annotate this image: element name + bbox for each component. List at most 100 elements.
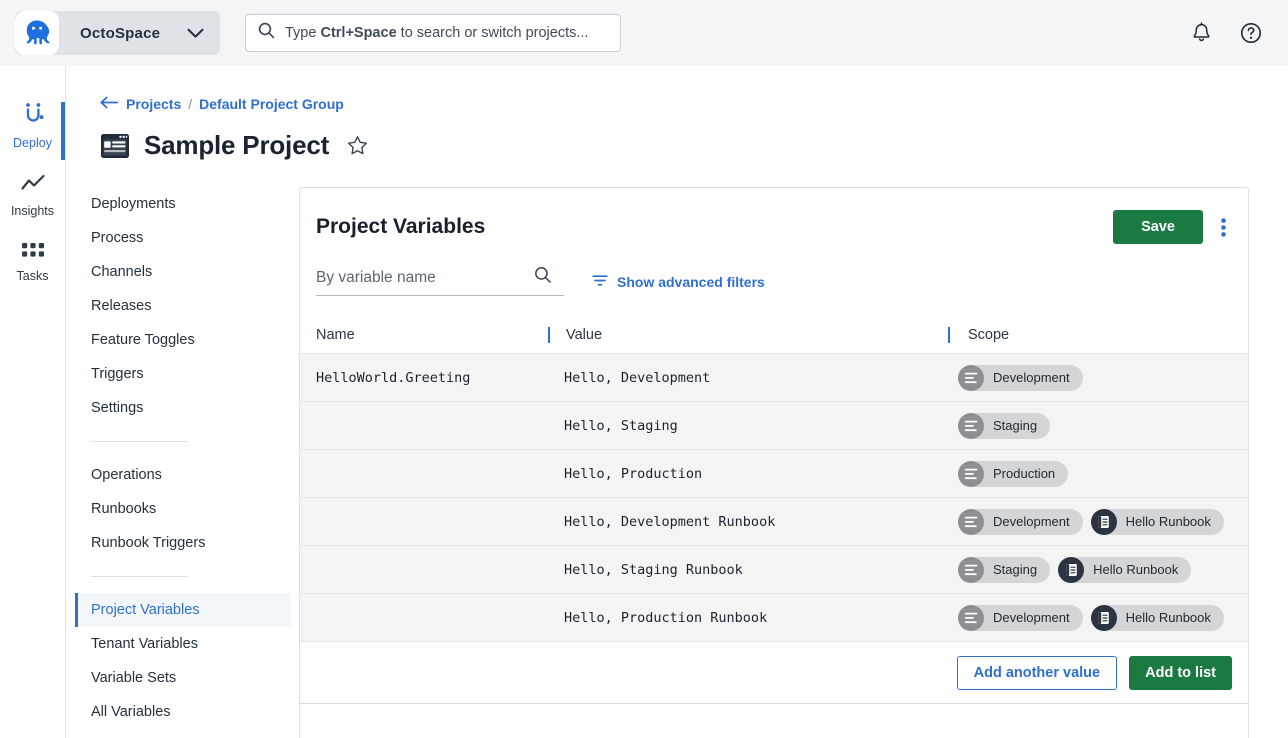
help-circle-icon[interactable] <box>1240 22 1262 44</box>
sidebar-item-label: Process <box>91 230 143 246</box>
rail-item-deploy[interactable]: Deploy <box>0 92 65 164</box>
column-header-scope: Scope <box>948 327 1248 343</box>
app-root: OctoSpace Type Ctrl+Space to search or s… <box>0 0 1288 738</box>
rail-item-deploy-wrap: Deploy <box>0 92 65 164</box>
sidebar-item-channels[interactable]: Channels <box>75 255 291 289</box>
scope-chip-runbook[interactable]: Hello Runbook <box>1091 605 1224 631</box>
variable-value-cell[interactable]: Hello, Development Runbook <box>548 514 948 530</box>
project-variables-card: Project Variables Save <box>299 187 1249 738</box>
sidebar-item-label: Settings <box>91 400 143 416</box>
card-header-actions: Save <box>1113 210 1230 244</box>
variable-value-cell[interactable]: Hello, Staging Runbook <box>548 562 948 578</box>
scope-chip-label: Hello Runbook <box>1126 514 1211 529</box>
show-advanced-filters-button[interactable]: Show advanced filters <box>592 274 765 296</box>
runbook-icon <box>1091 605 1117 631</box>
scope-chip-environment[interactable]: Development <box>958 509 1083 535</box>
environment-icon <box>958 557 984 583</box>
scope-chip-label: Development <box>993 610 1070 625</box>
sidebar-item-operations[interactable]: Operations <box>75 458 291 492</box>
scope-chip-label: Development <box>993 370 1070 385</box>
table-header-row: Name Value Scope <box>300 316 1248 354</box>
sidebar-item-settings[interactable]: Settings <box>75 391 291 425</box>
space-switcher[interactable]: OctoSpace <box>15 11 220 55</box>
variable-value-cell[interactable]: Hello, Production <box>548 466 948 482</box>
insights-trend-icon <box>20 174 46 197</box>
rail-item-insights[interactable]: Insights <box>0 164 65 232</box>
scope-chip-environment[interactable]: Staging <box>958 413 1050 439</box>
rail-item-label: Deploy <box>13 136 52 150</box>
environment-icon <box>958 509 984 535</box>
sidebar-item-all-variables[interactable]: All Variables <box>75 695 291 729</box>
table-row[interactable]: Hello, Development Runbook Development Hel… <box>300 498 1248 546</box>
search-icon <box>258 22 275 44</box>
project-browser-icon <box>100 133 130 159</box>
search-icon[interactable] <box>534 266 552 289</box>
sidebar-item-label: Triggers <box>91 366 144 382</box>
breadcrumb-separator: / <box>188 96 192 112</box>
sidebar-item-triggers[interactable]: Triggers <box>75 357 291 391</box>
card-title: Project Variables <box>316 215 485 239</box>
sidebar-item-project-variables[interactable]: Project Variables <box>75 593 291 627</box>
sidebar-item-runbook-triggers[interactable]: Runbook Triggers <box>75 526 291 560</box>
save-button[interactable]: Save <box>1113 210 1203 244</box>
variable-scope-cell[interactable]: Development Hello Runbook <box>948 509 1248 535</box>
table-row[interactable]: HelloWorld.GreetingHello, Development Dev… <box>300 354 1248 402</box>
top-bar-actions <box>1191 22 1262 44</box>
scope-chip-runbook[interactable]: Hello Runbook <box>1091 509 1224 535</box>
variable-value-cell[interactable]: Hello, Development <box>548 370 948 386</box>
bell-icon[interactable] <box>1191 22 1212 44</box>
breadcrumb-projects[interactable]: Projects <box>126 96 181 112</box>
sidebar-item-label: Deployments <box>91 196 176 212</box>
card-header: Project Variables Save <box>300 188 1248 244</box>
arrow-left-icon[interactable] <box>100 96 119 112</box>
table-row[interactable]: Hello, Production Production <box>300 450 1248 498</box>
sidebar-item-variable-sets[interactable]: Variable Sets <box>75 661 291 695</box>
advanced-filters-label: Show advanced filters <box>617 274 765 290</box>
sidebar-item-label: Releases <box>91 298 151 314</box>
breadcrumb-project-group[interactable]: Default Project Group <box>199 96 344 112</box>
body-columns: Deployments Process Channels Releases Fe… <box>66 187 1288 738</box>
variable-scope-cell[interactable]: Development <box>948 365 1248 391</box>
sidebar-item-releases[interactable]: Releases <box>75 289 291 323</box>
scope-chip-runbook[interactable]: Hello Runbook <box>1058 557 1191 583</box>
variable-scope-cell[interactable]: Staging Hello Runbook <box>948 557 1248 583</box>
variable-search-field[interactable] <box>316 266 564 296</box>
variable-scope-cell[interactable]: Production <box>948 461 1248 487</box>
table-row[interactable]: Hello, Production Runbook Development Hell… <box>300 594 1248 642</box>
variable-value-cell[interactable]: Hello, Production Runbook <box>548 610 948 626</box>
add-to-list-button[interactable]: Add to list <box>1129 656 1232 690</box>
nav-divider <box>91 576 188 577</box>
variable-value-cell[interactable]: Hello, Staging <box>548 418 948 434</box>
left-rail: Deploy Insights <box>0 66 66 738</box>
kebab-vertical-icon[interactable] <box>1217 214 1230 241</box>
sidebar-item-feature-toggles[interactable]: Feature Toggles <box>75 323 291 357</box>
scope-chip-environment[interactable]: Staging <box>958 557 1050 583</box>
sidebar-item-process[interactable]: Process <box>75 221 291 255</box>
deploy-icon <box>20 102 46 129</box>
rail-item-tasks[interactable]: Tasks <box>0 232 65 297</box>
search-input[interactable] <box>316 269 534 287</box>
environment-icon <box>958 413 984 439</box>
secondary-nav: Deployments Process Channels Releases Fe… <box>66 187 291 738</box>
variable-name-cell[interactable]: HelloWorld.Greeting <box>300 370 548 386</box>
breadcrumb: Projects / Default Project Group <box>100 96 1288 112</box>
active-indicator <box>61 102 65 160</box>
add-another-value-button[interactable]: Add another value <box>957 656 1118 690</box>
star-outline-icon[interactable] <box>347 135 368 156</box>
scope-chip-environment[interactable]: Development <box>958 365 1083 391</box>
variable-scope-cell[interactable]: Staging <box>948 413 1248 439</box>
octopus-logo-icon <box>15 11 59 55</box>
table-row[interactable]: Hello, Staging Runbook Staging Hello Runbo… <box>300 546 1248 594</box>
sidebar-item-deployments[interactable]: Deployments <box>75 187 291 221</box>
table-row[interactable]: Hello, Staging Staging <box>300 402 1248 450</box>
sidebar-item-tenant-variables[interactable]: Tenant Variables <box>75 627 291 661</box>
column-header-value: Value <box>548 327 948 343</box>
page-title-row: Sample Project <box>100 130 1288 161</box>
sidebar-item-runbooks[interactable]: Runbooks <box>75 492 291 526</box>
variable-scope-cell[interactable]: Development Hello Runbook <box>948 605 1248 631</box>
scope-chip-environment[interactable]: Development <box>958 605 1083 631</box>
sidebar-item-label: Runbooks <box>91 501 156 517</box>
chevron-down-icon[interactable] <box>187 28 204 39</box>
global-search[interactable]: Type Ctrl+Space to search or switch proj… <box>245 14 621 52</box>
scope-chip-environment[interactable]: Production <box>958 461 1068 487</box>
